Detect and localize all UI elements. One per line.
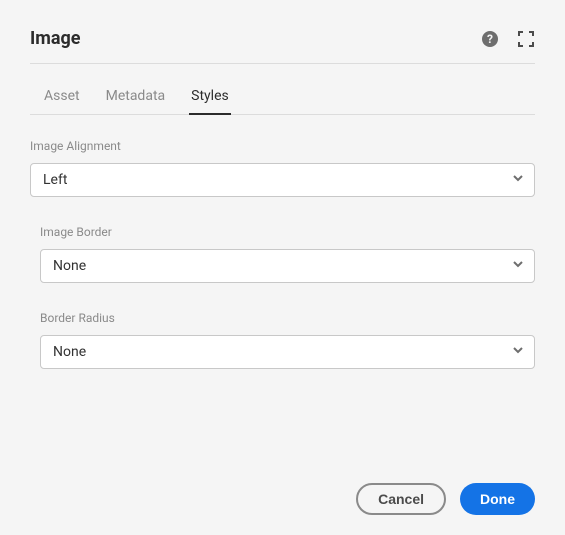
dialog-footer: Cancel Done [356,483,535,515]
label-image-alignment: Image Alignment [30,139,535,153]
styles-form: Image Alignment Left Image Border None B… [30,139,535,369]
chevron-down-icon [512,258,524,274]
svg-text:?: ? [487,32,493,46]
select-image-alignment-value: Left [43,172,67,188]
label-image-border: Image Border [40,225,535,239]
label-border-radius: Border Radius [40,311,535,325]
chevron-down-icon [512,172,524,188]
select-image-alignment[interactable]: Left [30,163,535,197]
dialog-header: Image ? [30,28,535,64]
field-border-radius: Border Radius None [40,311,535,369]
help-icon[interactable]: ? [481,30,499,48]
cancel-button[interactable]: Cancel [356,483,446,515]
field-image-alignment: Image Alignment Left [30,139,535,197]
tab-metadata[interactable]: Metadata [106,82,166,114]
select-border-radius-value: None [53,344,86,360]
tab-asset[interactable]: Asset [44,82,80,114]
dialog-title: Image [30,28,81,49]
done-button[interactable]: Done [460,483,535,515]
image-dialog: Image ? Asset Metadata Styles [0,0,565,535]
tabs: Asset Metadata Styles [30,82,535,115]
header-actions: ? [481,30,535,48]
select-image-border[interactable]: None [40,249,535,283]
select-image-border-value: None [53,258,86,274]
chevron-down-icon [512,344,524,360]
fullscreen-icon[interactable] [517,30,535,48]
tab-styles[interactable]: Styles [191,82,229,114]
select-border-radius[interactable]: None [40,335,535,369]
field-image-border: Image Border None [40,225,535,283]
